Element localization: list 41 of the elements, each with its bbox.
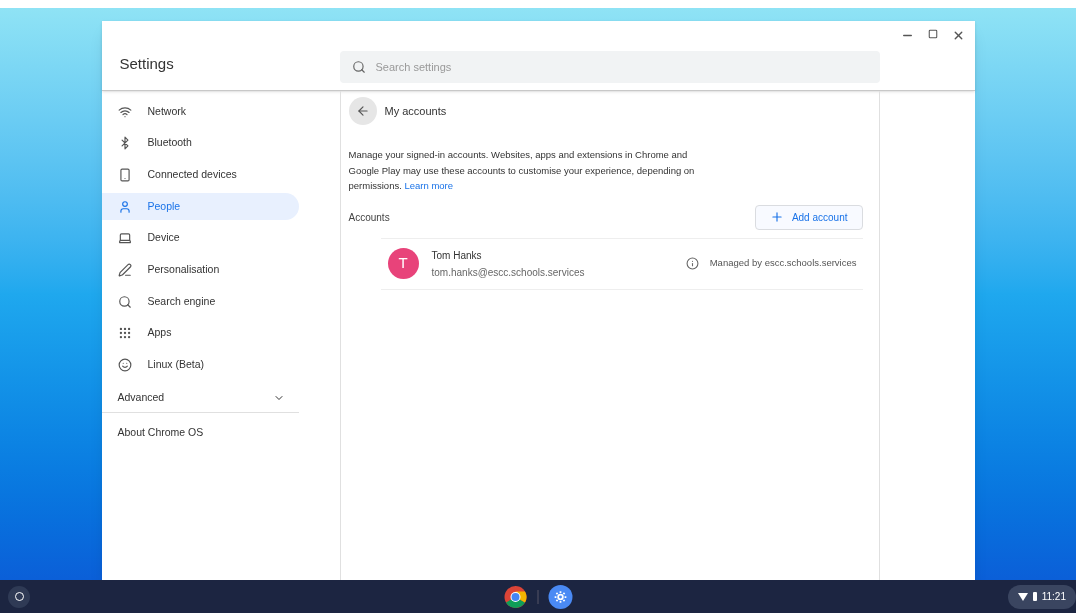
grid-icon [117,326,132,341]
avatar: T [387,248,419,279]
search-icon [117,294,132,309]
sidebar-item[interactable]: Bluetooth [101,129,299,157]
search-icon [351,60,366,74]
learn-more-link[interactable]: Learn more [404,180,454,191]
wifi-icon [117,104,132,119]
window-title: Settings [119,53,174,74]
account-name: Tom Hanks [431,248,483,263]
sidebar-item[interactable]: Network [101,98,299,125]
sidebar-item[interactable]: Connected devices [101,161,299,189]
sidebar-item[interactable]: Apps [101,319,299,347]
clock-time: 11:21 [1041,590,1066,604]
settings-app-icon[interactable] [548,584,573,609]
status-tray[interactable]: 11:21 [1007,584,1076,609]
plus-icon [769,210,784,224]
laptop-icon [117,231,132,246]
advanced-toggle[interactable]: Advanced [101,383,299,414]
account-email: tom.hanks@escc.schools.services [431,265,586,280]
add-account-button[interactable]: Add account [754,204,863,230]
sidebar-item[interactable]: Search engine [101,288,299,316]
sidebar-item[interactable]: Device [101,224,299,252]
wifi-icon [1017,592,1028,601]
page-title: My accounts [384,103,447,119]
launcher-button[interactable] [8,585,30,608]
search-field[interactable]: Search settings [339,51,880,83]
sidebar-item[interactable]: Linux (Beta) [101,351,299,379]
sidebar-item[interactable]: Personalisation [101,256,299,284]
battery-icon [1032,592,1037,601]
managed-text: Managed by escc.schools.services [709,256,857,271]
smiley-circle-icon [117,358,132,372]
person-icon [117,199,132,214]
accounts-label: Accounts [348,210,390,225]
chrome-logo-icon[interactable] [503,584,528,609]
back-button[interactable] [348,97,377,125]
pen-icon [117,262,132,277]
sidebar-item[interactable]: People [101,193,299,221]
info-icon [685,257,699,270]
about-link[interactable]: About Chrome OS [101,418,299,449]
description-text: Manage your signed-in accounts. Websites, apps and extensions in Chrome and Google Play may use these accounts to customise your experience, depending on permissions. Learn more [348,148,696,193]
phone-icon [117,167,132,182]
